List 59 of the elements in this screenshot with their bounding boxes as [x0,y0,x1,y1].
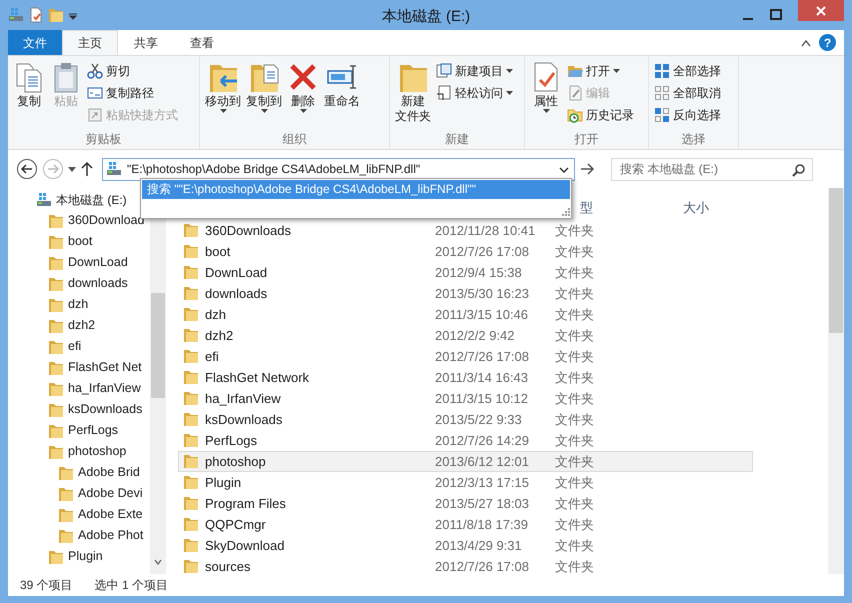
file-type: 文件夹 [555,390,594,408]
file-date: 2011/3/14 16:43 [435,368,530,387]
file-type: 文件夹 [555,368,594,387]
file-name: efi [205,348,219,366]
file-name: FlashGet Network [205,368,310,387]
file-name: Plugin [205,474,242,492]
group-label: 组织 [282,131,308,148]
window-title: 本地磁盘 (E:) [382,7,470,27]
file-date: 2013/5/27 18:03 [435,494,530,513]
file-type: 文件夹 [555,432,594,450]
file-name: DownLoad [205,264,268,282]
file-name: 360Downloads [205,222,292,240]
selection-count: 选中 1 个项目 [94,577,168,594]
file-name: dzh [205,306,226,324]
file-date: 2012/7/26 14:29 [435,432,530,450]
file-date: 2011/8/18 17:39 [435,516,530,534]
file-type: 文件夹 [555,242,594,261]
group-label: 新建 [444,131,470,148]
group-label: 选择 [680,131,706,148]
file-type: 文件夹 [555,536,594,555]
file-date: 2011/3/15 10:46 [435,306,530,324]
file-name: boot [205,242,230,261]
file-name: ha_IrfanView [205,390,281,408]
file-name: ksDownloads [205,410,282,429]
file-type: 文件夹 [555,264,594,282]
file-type: 文件夹 [555,284,594,303]
file-date: 2012/11/28 10:41 [435,222,536,240]
file-type: 文件夹 [555,474,594,492]
file-date: 2013/4/29 9:31 [435,536,523,555]
file-date: 2013/5/22 9:33 [435,410,523,429]
group-label: 剪贴板 [84,131,122,148]
file-date: 2012/2/2 9:42 [435,326,516,345]
file-date: 2013/5/30 16:23 [435,284,530,303]
file-date: 2012/7/26 17:08 [435,348,530,366]
file-name: PerfLogs [205,432,258,450]
file-type: 文件夹 [555,326,594,345]
file-name: Program Files [205,494,286,513]
file-name: downloads [205,284,268,303]
file-type: 文件夹 [555,558,594,576]
file-name: photoshop [205,452,266,471]
file-type: 文件夹 [555,516,594,534]
file-name: SkyDownload [205,536,284,555]
file-type: 文件夹 [555,222,594,240]
file-date: 2012/7/26 17:08 [435,558,530,576]
file-type: 文件夹 [555,348,594,366]
file-date: 2013/6/12 12:01 [435,452,530,471]
file-type: 文件夹 [555,410,594,429]
file-name: dzh2 [205,326,234,345]
file-date: 2011/3/15 10:12 [435,390,530,408]
file-type: 文件夹 [555,494,594,513]
file-name: sources [205,558,251,576]
file-type: 文件夹 [555,306,594,324]
file-name: QQPCmgr [205,516,266,534]
file-type: 文件夹 [555,452,594,471]
group-label: 打开 [574,131,600,148]
file-date: 2012/9/4 15:38 [435,264,523,282]
file-date: 2012/7/26 17:08 [435,242,530,261]
item-count: 39 个项目 [20,577,73,594]
file-date: 2012/3/13 17:15 [435,474,530,492]
